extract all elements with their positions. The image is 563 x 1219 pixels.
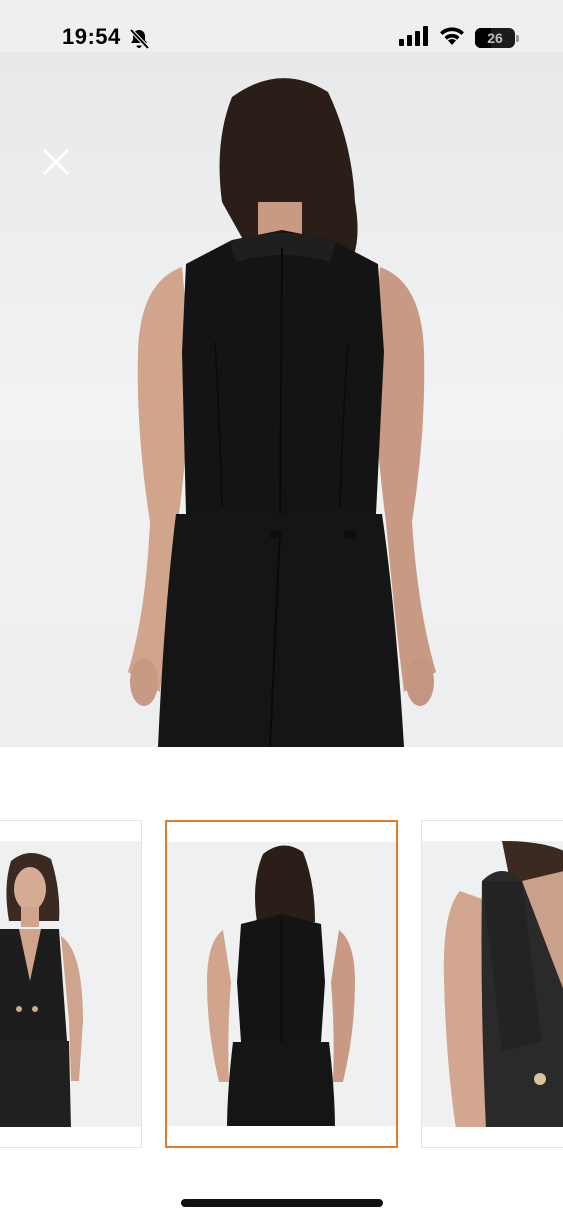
status-time: 19:54 — [62, 24, 121, 49]
status-indicators: 26 — [399, 25, 519, 51]
thumbnail-strip — [0, 820, 563, 1150]
thumbnail-image — [167, 842, 396, 1126]
thumbnail-front-view[interactable] — [0, 820, 142, 1148]
wifi-icon — [439, 26, 465, 51]
battery-percent: 26 — [487, 30, 503, 46]
bell-slash-icon — [128, 28, 150, 50]
close-icon — [43, 149, 69, 175]
thumbnail-image — [0, 841, 141, 1127]
model-back-view-illustration — [128, 78, 436, 747]
home-indicator[interactable] — [181, 1199, 383, 1207]
back-view-illustration — [207, 845, 355, 1126]
status-bar: 19:54 26 — [0, 0, 563, 52]
side-detail-illustration — [443, 841, 563, 1127]
close-button[interactable] — [38, 144, 74, 180]
main-product-image[interactable] — [0, 52, 563, 747]
battery-tip — [516, 35, 519, 42]
thumbnail-image — [422, 841, 563, 1127]
thumbnail-back-view[interactable] — [165, 820, 398, 1148]
front-view-illustration — [0, 852, 83, 1127]
battery-icon: 26 — [475, 28, 519, 48]
thumbnail-side-detail-view[interactable] — [421, 820, 563, 1148]
signal-icon — [399, 25, 429, 51]
